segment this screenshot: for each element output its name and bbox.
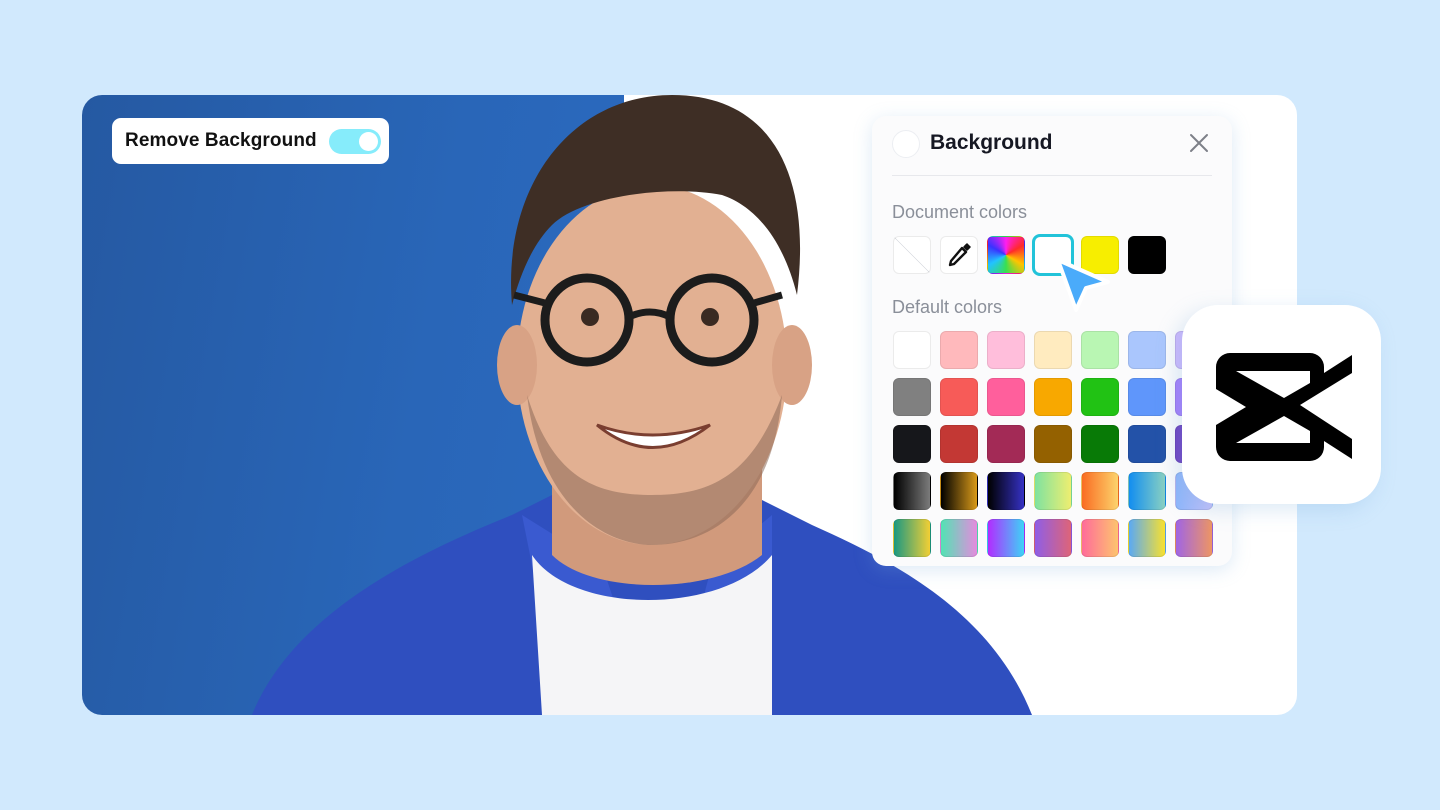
default-color-swatch[interactable] [1081, 425, 1119, 463]
remove-background-toggle[interactable]: Remove Background [112, 118, 389, 164]
default-color-swatch[interactable] [940, 425, 978, 463]
default-color-swatch[interactable] [1175, 519, 1213, 557]
toggle-knob [359, 132, 378, 151]
default-color-swatch[interactable] [1128, 519, 1166, 557]
capcut-logo [1182, 305, 1381, 504]
default-color-swatch[interactable] [1081, 378, 1119, 416]
background-color-panel: Background Document colors Default color… [872, 116, 1232, 566]
document-color-no-color[interactable] [893, 236, 931, 274]
toggle-switch[interactable] [329, 129, 381, 154]
default-color-swatch[interactable] [1034, 425, 1072, 463]
default-color-swatch[interactable] [1081, 331, 1119, 369]
close-icon[interactable] [1188, 132, 1210, 154]
default-color-swatch[interactable] [1128, 331, 1166, 369]
document-colors-label: Document colors [892, 202, 1028, 222]
default-color-swatch[interactable] [987, 378, 1025, 416]
document-color-eyedropper[interactable] [940, 236, 978, 274]
default-color-swatch[interactable] [1128, 425, 1166, 463]
default-color-swatch[interactable] [1034, 519, 1072, 557]
default-color-swatch[interactable] [893, 331, 931, 369]
toggle-label: Remove Background [125, 130, 317, 151]
default-color-swatch[interactable] [940, 331, 978, 369]
eyedropper-icon [948, 243, 971, 267]
default-color-swatch[interactable] [987, 425, 1025, 463]
default-color-swatch[interactable] [940, 519, 978, 557]
default-color-swatch[interactable] [987, 472, 1025, 510]
default-color-swatch[interactable] [893, 519, 931, 557]
default-colors-label: Default colors [892, 297, 1003, 317]
panel-header: Background [892, 130, 1212, 176]
mouse-cursor-icon [1056, 258, 1110, 312]
default-color-swatch[interactable] [1128, 378, 1166, 416]
default-color-swatch[interactable] [893, 425, 931, 463]
default-color-swatch[interactable] [893, 378, 931, 416]
default-color-swatch[interactable] [940, 378, 978, 416]
capcut-logo-icon [1216, 353, 1352, 461]
panel-title: Background [930, 131, 1053, 154]
default-color-swatch[interactable] [1034, 331, 1072, 369]
default-color-swatch[interactable] [1081, 519, 1119, 557]
default-color-swatch[interactable] [940, 472, 978, 510]
default-color-swatch[interactable] [1081, 472, 1119, 510]
default-color-swatch[interactable] [1034, 378, 1072, 416]
default-color-swatch[interactable] [987, 519, 1025, 557]
default-color-swatch[interactable] [893, 472, 931, 510]
document-color-black[interactable] [1128, 236, 1166, 274]
default-color-swatch[interactable] [987, 331, 1025, 369]
document-color-color-wheel[interactable] [987, 236, 1025, 274]
default-color-swatch[interactable] [1034, 472, 1072, 510]
current-color-indicator [892, 130, 920, 158]
default-color-swatch[interactable] [1128, 472, 1166, 510]
